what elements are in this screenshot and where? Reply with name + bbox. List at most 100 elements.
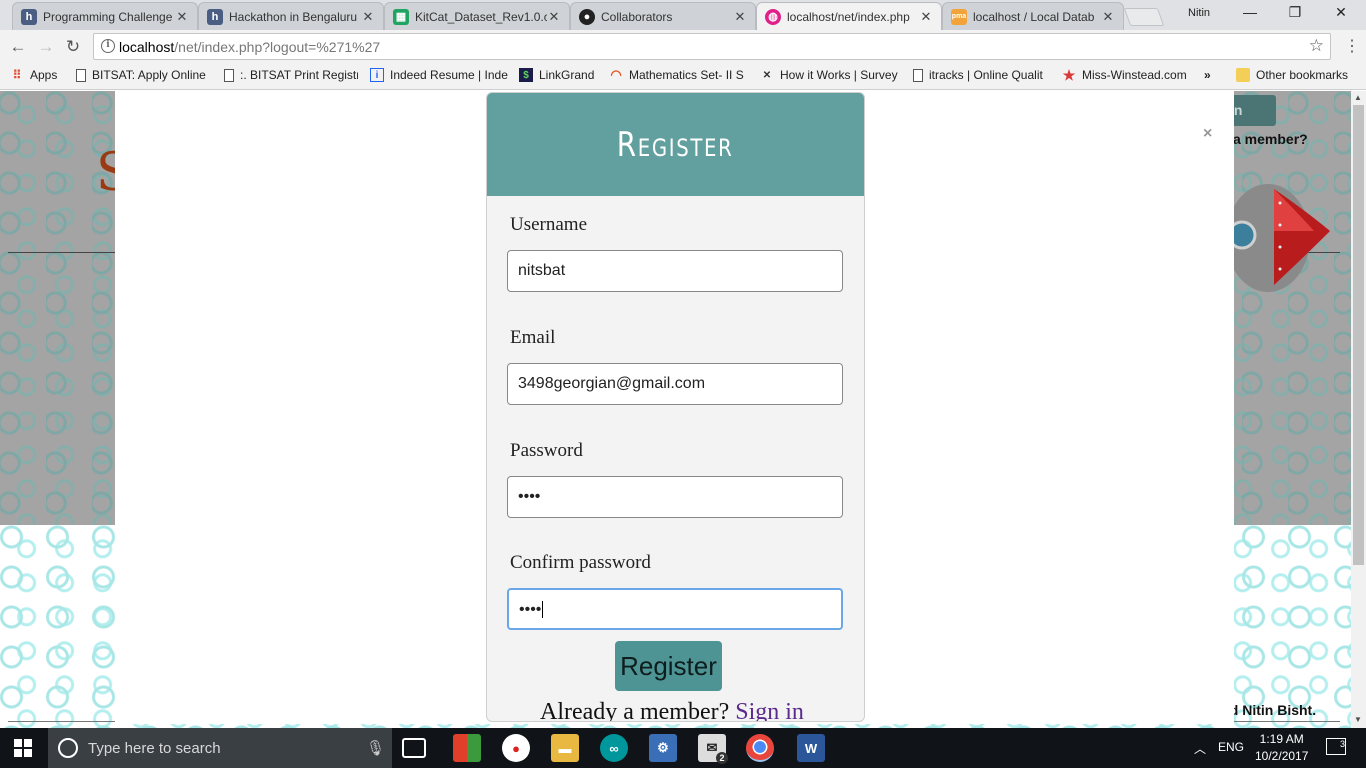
- close-tab-icon[interactable]: ✕: [547, 9, 561, 25]
- restore-icon[interactable]: ❐: [1285, 4, 1305, 21]
- other-bookmarks[interactable]: Other bookmarks: [1236, 68, 1348, 82]
- cortana-icon[interactable]: [58, 738, 78, 758]
- minimize-icon[interactable]: —: [1240, 4, 1260, 20]
- page-scrollbar[interactable]: ▲ ▼: [1351, 91, 1366, 728]
- password-label: Password: [510, 440, 583, 461]
- tab-programming-challenge[interactable]: h Programming Challenge ✕: [12, 2, 198, 30]
- folder-icon: [1236, 68, 1250, 82]
- register-button[interactable]: Register: [615, 641, 722, 691]
- bookmark-label: :. BITSAT Print Registr: [240, 68, 358, 82]
- bookmark-how-it-works[interactable]: ✕ How it Works | Survey: [760, 68, 898, 82]
- password-input[interactable]: ••••: [507, 476, 843, 518]
- reload-icon[interactable]: ↻: [62, 36, 84, 58]
- tab-localhost-index[interactable]: ◍ localhost/net/index.php ✕: [756, 2, 942, 30]
- close-tab-icon[interactable]: ✕: [733, 9, 747, 25]
- back-icon[interactable]: ←: [7, 36, 29, 58]
- bookmark-mathematics[interactable]: ◠ Mathematics Set- II S: [609, 68, 747, 82]
- bookmark-label: LinkGrand: [539, 68, 595, 82]
- arduino-icon[interactable]: ∞: [600, 734, 628, 762]
- bookmark-label: Indeed Resume | Inde: [390, 68, 508, 82]
- background-member-text: a member?: [1233, 131, 1308, 147]
- record-app-icon[interactable]: ●: [502, 734, 530, 762]
- register-header: Register: [487, 93, 864, 196]
- new-tab-button[interactable]: [1123, 8, 1165, 26]
- username-input[interactable]: nitsbat: [507, 250, 843, 292]
- chrome-icon[interactable]: [746, 734, 774, 762]
- bookmark-star-icon[interactable]: ☆: [1309, 36, 1324, 56]
- modal-close-icon[interactable]: ×: [1203, 125, 1212, 143]
- network-tool-icon[interactable]: ⚙: [649, 734, 677, 762]
- confirm-password-value: ••••: [519, 601, 542, 618]
- bookmark-indeed[interactable]: i Indeed Resume | Inde: [370, 68, 508, 82]
- localhost-icon: ◍: [765, 8, 781, 25]
- bookmark-bitsat-print[interactable]: :. BITSAT Print Registr: [224, 68, 358, 82]
- chrome-menu-icon[interactable]: ⋮: [1344, 36, 1360, 56]
- tab-title: Hackathon in Bengaluru: [229, 9, 358, 24]
- app-grid-icon[interactable]: [453, 734, 481, 762]
- close-tab-icon[interactable]: ✕: [361, 9, 375, 25]
- bookmark-miss-winstead[interactable]: ★ Miss-Winstead.com: [1062, 68, 1187, 82]
- scroll-down-icon[interactable]: ▼: [1354, 715, 1362, 724]
- clock-date: 10/2/2017: [1255, 749, 1309, 763]
- register-modal: × Register Username nitsbat Email 3498ge…: [115, 91, 1234, 724]
- tab-collaborators[interactable]: ● Collaborators ✕: [570, 2, 756, 30]
- bookmark-label: Mathematics Set- II S: [629, 68, 744, 82]
- task-view-icon[interactable]: [402, 738, 426, 758]
- bookmark-label: Miss-Winstead.com: [1082, 68, 1187, 82]
- bookmark-linkgrand[interactable]: $ LinkGrand: [519, 68, 594, 82]
- confirm-password-input[interactable]: ••••: [507, 588, 843, 630]
- windows-start-icon[interactable]: [14, 739, 32, 757]
- tab-phpmyadmin[interactable]: pma localhost / Local Datab ✕: [942, 2, 1124, 30]
- url-text[interactable]: localhost/net/index.php?logout=%271%27: [119, 39, 380, 55]
- bookmark-apps[interactable]: ⠿ Apps: [10, 68, 58, 82]
- url-host: localhost: [119, 39, 175, 55]
- apps-grid-icon: ⠿: [12, 68, 22, 82]
- hackerearth-icon: h: [207, 8, 223, 25]
- username-label: Username: [510, 214, 588, 235]
- email-input[interactable]: 3498georgian@gmail.com: [507, 363, 843, 405]
- confirm-password-label: Confirm password: [510, 552, 651, 573]
- mail-icon[interactable]: ✉ 2: [698, 734, 728, 764]
- forward-icon[interactable]: →: [35, 36, 57, 58]
- tab-kitcat-dataset[interactable]: ▦ KitCat_Dataset_Rev1.0.c ✕: [384, 2, 570, 30]
- close-tab-icon[interactable]: ✕: [919, 9, 933, 25]
- browser-toolbar: ← → ↻ i localhost/net/index.php?logout=%…: [0, 30, 1366, 63]
- tab-hackathon[interactable]: h Hackathon in Bengaluru ✕: [198, 2, 384, 30]
- github-icon: ●: [579, 8, 595, 25]
- page-icon: [224, 68, 234, 82]
- address-bar[interactable]: i localhost/net/index.php?logout=%271%27…: [93, 33, 1331, 60]
- url-path: /net/index.php?logout=%271%27: [174, 39, 381, 55]
- info-icon[interactable]: i: [101, 39, 115, 53]
- hackerearth-icon: h: [21, 8, 37, 25]
- tab-title: Programming Challenge: [43, 9, 173, 24]
- text-caret: [542, 601, 544, 619]
- bookmark-label: Apps: [30, 68, 58, 82]
- tab-title: localhost/net/index.php: [787, 9, 910, 24]
- register-title: Register: [617, 124, 734, 165]
- close-tab-icon[interactable]: ✕: [175, 9, 189, 25]
- register-card: Register Username nitsbat Email 3498geor…: [486, 92, 865, 722]
- microphone-icon[interactable]: 🎙: [366, 739, 385, 757]
- close-window-icon[interactable]: ✕: [1331, 4, 1351, 21]
- tray-chevron-icon[interactable]: ︿: [1194, 740, 1206, 757]
- rainbow-icon: ◠: [610, 68, 622, 82]
- notification-center-icon[interactable]: 3: [1326, 738, 1346, 755]
- taskbar-clock[interactable]: 1:19 AM 10/2/2017: [1255, 731, 1308, 765]
- close-tab-icon[interactable]: ✕: [1101, 9, 1115, 25]
- bookmark-bitsat-apply[interactable]: BITSAT: Apply Online: [76, 68, 206, 82]
- bookmark-itracks[interactable]: itracks | Online Qualit: [913, 68, 1049, 82]
- signin-link[interactable]: Sign in: [735, 699, 804, 721]
- word-icon[interactable]: W: [797, 734, 825, 762]
- scrollbar-thumb[interactable]: [1353, 105, 1364, 565]
- footer-credits: ad Nitin Bisht.: [1222, 702, 1317, 718]
- file-explorer-icon[interactable]: ▬: [551, 734, 579, 762]
- taskbar-search[interactable]: Type here to search 🎙: [48, 728, 392, 768]
- tab-title: Collaborators: [601, 9, 673, 24]
- language-indicator[interactable]: ENG: [1218, 740, 1244, 754]
- scroll-up-icon[interactable]: ▲: [1354, 93, 1362, 102]
- phpmyadmin-icon: pma: [951, 8, 967, 25]
- notification-count: 3: [1339, 739, 1345, 749]
- profile-name[interactable]: Nitin: [1188, 7, 1210, 19]
- mail-badge: 2: [716, 752, 728, 764]
- bookmarks-overflow-button[interactable]: »: [1204, 68, 1211, 82]
